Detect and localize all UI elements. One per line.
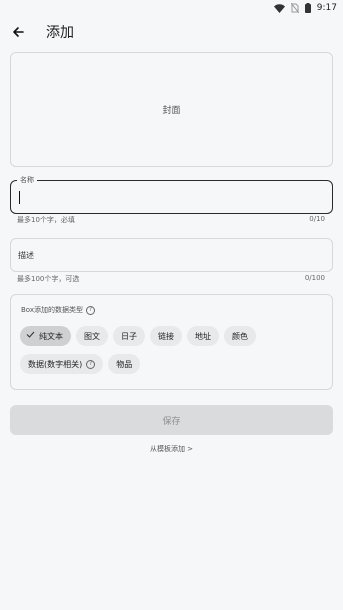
add-from-template-link[interactable]: 从模板添加 >: [0, 444, 343, 454]
chip-label: 日子: [121, 331, 137, 341]
help-icon[interactable]: ?: [86, 305, 96, 315]
chip-numeric-data[interactable]: 数据(数字相关) ?: [20, 354, 104, 374]
data-type-chips: 纯文本 图文 日子 链接 地址 颜色 数据(数字相关) ? 物品: [20, 326, 325, 382]
help-icon[interactable]: ?: [86, 359, 96, 369]
name-field-label: 名称: [17, 175, 37, 185]
data-type-card: Box添加的数据类型 ? 纯文本 图文 日子 链接 地址 颜色 数据(数字相关)…: [10, 294, 333, 390]
chip-label: 地址: [195, 331, 211, 341]
chip-label: 数据(数字相关): [28, 359, 83, 369]
chip-item[interactable]: 物品: [108, 354, 141, 374]
back-button[interactable]: [6, 20, 30, 44]
description-placeholder: 描述: [18, 251, 34, 260]
chip-link[interactable]: 链接: [150, 326, 182, 346]
chip-date[interactable]: 日子: [113, 326, 145, 346]
page-title: 添加: [46, 25, 74, 41]
no-sim-icon: [290, 3, 299, 13]
chip-label: 链接: [158, 331, 174, 341]
chip-label: 纯文本: [39, 331, 63, 341]
chip-label: 图文: [84, 331, 100, 341]
chip-label: 颜色: [232, 331, 248, 341]
data-type-title: Box添加的数据类型 ?: [21, 305, 96, 315]
name-field[interactable]: 名称: [10, 175, 333, 214]
description-char-counter: 0/100: [304, 274, 325, 282]
chip-image-text[interactable]: 图文: [76, 326, 108, 346]
chip-address[interactable]: 地址: [187, 326, 219, 346]
wifi-icon: [273, 3, 285, 13]
name-char-counter: 0/10: [309, 215, 325, 223]
arrow-left-icon: [13, 27, 24, 37]
data-type-title-text: Box添加的数据类型: [21, 306, 84, 314]
cover-picker[interactable]: 封面: [10, 52, 333, 167]
description-helper-row: 最多100个字，可选 0/100: [17, 274, 325, 284]
app-bar: 添加: [0, 18, 343, 46]
save-button[interactable]: 保存: [10, 405, 333, 435]
name-helper-text: 最多10个字，必填: [17, 216, 75, 224]
chip-label: 物品: [116, 359, 133, 369]
status-bar: 9:17: [0, 0, 343, 16]
chip-color[interactable]: 颜色: [224, 326, 256, 346]
check-icon: [26, 331, 35, 341]
cover-label: 封面: [162, 106, 181, 116]
text-cursor: [19, 191, 20, 204]
chip-plain-text[interactable]: 纯文本: [20, 326, 71, 346]
description-field[interactable]: 描述: [10, 238, 333, 272]
status-time: 9:17: [316, 3, 337, 13]
description-helper-text: 最多100个字，可选: [17, 275, 80, 283]
battery-icon: [304, 3, 311, 13]
name-helper-row: 最多10个字，必填 0/10: [17, 215, 325, 225]
